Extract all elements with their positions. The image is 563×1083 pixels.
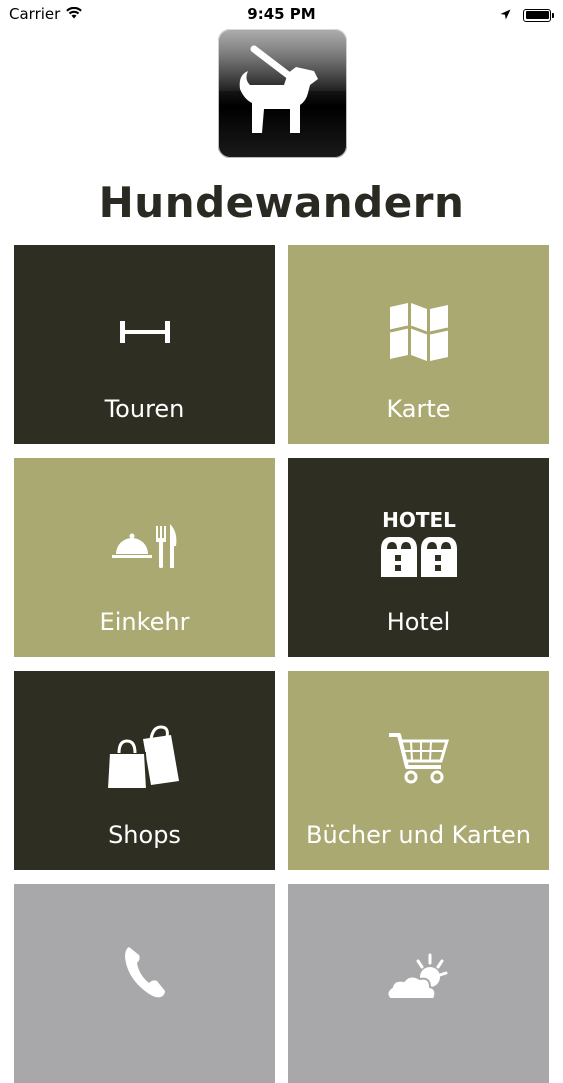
tile-weather[interactable] <box>288 884 549 1083</box>
tile-label: Einkehr <box>99 608 190 636</box>
status-right <box>500 6 554 24</box>
tile-phone[interactable] <box>14 884 275 1083</box>
tile-buecher-und-karten[interactable]: Bücher und Karten <box>288 671 549 870</box>
location-arrow-icon <box>500 6 511 24</box>
tile-karte[interactable]: Karte <box>288 245 549 444</box>
phone-icon <box>14 928 275 1014</box>
dining-icon <box>14 502 275 588</box>
shopping-cart-icon <box>288 715 549 801</box>
weather-icon <box>288 928 549 1014</box>
app-title: Hundewandern <box>98 178 465 227</box>
status-bar: Carrier 9:45 PM <box>0 0 563 30</box>
tile-touren[interactable]: Touren <box>14 245 275 444</box>
map-icon <box>288 289 549 375</box>
tile-label: Bücher und Karten <box>306 821 531 849</box>
tile-label: Shops <box>108 821 181 849</box>
tile-label: Karte <box>386 395 451 423</box>
battery-icon <box>523 8 554 22</box>
shopping-bags-icon <box>14 715 275 801</box>
status-time: 9:45 PM <box>247 5 316 23</box>
tile-shops[interactable]: Shops <box>14 671 275 870</box>
tile-label: Touren <box>104 395 185 423</box>
tile-label: Hotel <box>386 608 451 636</box>
tile-hotel[interactable]: HOTEL Hotel <box>288 458 549 657</box>
distance-icon <box>14 289 275 375</box>
tile-einkehr[interactable]: Einkehr <box>14 458 275 657</box>
app-logo-icon <box>218 29 347 158</box>
hotel-icon-text: HOTEL <box>382 509 456 532</box>
hotel-icon: HOTEL <box>288 502 549 588</box>
